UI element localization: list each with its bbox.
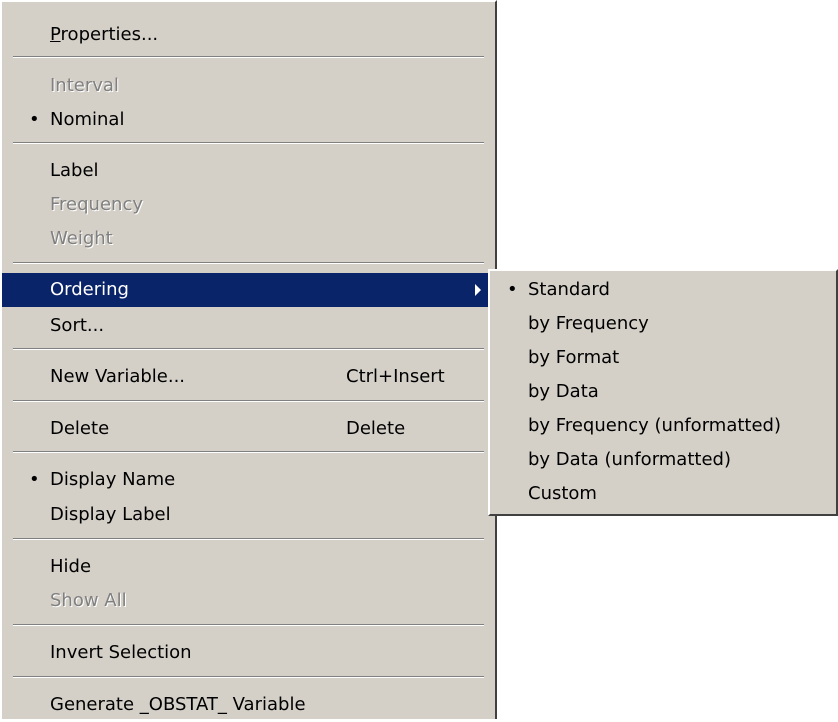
- menu-item-ordering[interactable]: Ordering: [2, 273, 495, 307]
- menu-item-label: Delete: [50, 418, 110, 439]
- menu-item-label: Display Name: [50, 469, 176, 490]
- submenu-item-by-format[interactable]: by Format: [490, 341, 836, 375]
- menu-item-label: Interval: [50, 75, 119, 96]
- menu-item-show-all: Show All: [2, 584, 495, 618]
- menu-item-invert-selection[interactable]: Invert Selection: [2, 636, 495, 670]
- menu-separator: [13, 538, 484, 540]
- menu-item-label: Weight: [50, 228, 113, 249]
- menu-separator: [13, 400, 484, 402]
- submenu-item-label: by Frequency (unformatted): [528, 415, 781, 436]
- mnemonic: P: [50, 24, 61, 45]
- submenu-item-label: Custom: [528, 483, 597, 504]
- menu-item-label: Invert Selection: [50, 642, 192, 663]
- submenu-item-by-data-unformatted[interactable]: by Data (unformatted): [490, 443, 836, 477]
- menu-item-label-role[interactable]: Label: [2, 154, 495, 188]
- menu-item-label: Ordering: [50, 279, 129, 300]
- submenu-item-label: by Frequency: [528, 313, 649, 334]
- shortcut-label: Delete: [346, 418, 406, 439]
- context-menu: Properties... Interval • Nominal Label F…: [0, 0, 497, 719]
- checked-bullet-icon: •: [29, 109, 40, 130]
- submenu-item-by-frequency-unformatted[interactable]: by Frequency (unformatted): [490, 409, 836, 443]
- shortcut-label: Ctrl+Insert: [346, 366, 445, 387]
- menu-separator: [13, 348, 484, 350]
- menu-separator: [13, 262, 484, 264]
- menu-item-display-name[interactable]: • Display Name: [2, 463, 495, 497]
- menu-separator: [13, 624, 484, 626]
- menu-separator: [13, 451, 484, 453]
- submenu-item-by-frequency[interactable]: by Frequency: [490, 307, 836, 341]
- menu-item-label: Label: [50, 160, 99, 181]
- menu-item-label: Nominal: [50, 109, 125, 130]
- menu-item-label: Properties...: [50, 24, 158, 45]
- menu-item-label: Frequency: [50, 194, 143, 215]
- menu-separator: [13, 676, 484, 678]
- ordering-submenu: • Standard by Frequency by Format by Dat…: [488, 269, 838, 516]
- menu-item-weight: Weight: [2, 222, 495, 256]
- menu-item-label: Sort...: [50, 315, 105, 336]
- menu-item-interval: Interval: [2, 69, 495, 103]
- menu-item-label: Hide: [50, 556, 92, 577]
- submenu-item-standard[interactable]: • Standard: [490, 273, 836, 307]
- menu-item-properties[interactable]: Properties...: [2, 18, 495, 52]
- menu-item-frequency: Frequency: [2, 188, 495, 222]
- menu-item-nominal[interactable]: • Nominal: [2, 103, 495, 137]
- menu-item-delete[interactable]: Delete Delete: [2, 412, 495, 446]
- menu-item-label: Display Label: [50, 504, 171, 525]
- menu-item-label: Generate _OBSTAT_ Variable: [50, 694, 306, 715]
- checked-bullet-icon: •: [507, 279, 518, 300]
- menu-separator: [13, 142, 484, 144]
- label-rest: roperties...: [60, 24, 159, 45]
- submenu-item-label: by Data (unformatted): [528, 449, 731, 470]
- menu-item-new-variable[interactable]: New Variable... Ctrl+Insert: [2, 360, 495, 394]
- submenu-arrow-icon: [475, 284, 481, 296]
- menu-item-display-label[interactable]: Display Label: [2, 498, 495, 532]
- submenu-item-custom[interactable]: Custom: [490, 477, 836, 511]
- checked-bullet-icon: •: [29, 469, 40, 490]
- menu-item-sort[interactable]: Sort...: [2, 309, 495, 343]
- menu-item-generate-obstat[interactable]: Generate _OBSTAT_ Variable: [2, 688, 495, 722]
- menu-item-label: New Variable...: [50, 366, 186, 387]
- menu-separator: [13, 56, 484, 58]
- menu-item-label: Show All: [50, 590, 127, 611]
- submenu-item-label: by Format: [528, 347, 620, 368]
- submenu-item-label: by Data: [528, 381, 599, 402]
- menu-item-hide[interactable]: Hide: [2, 550, 495, 584]
- submenu-item-by-data[interactable]: by Data: [490, 375, 836, 409]
- submenu-item-label: Standard: [528, 279, 610, 300]
